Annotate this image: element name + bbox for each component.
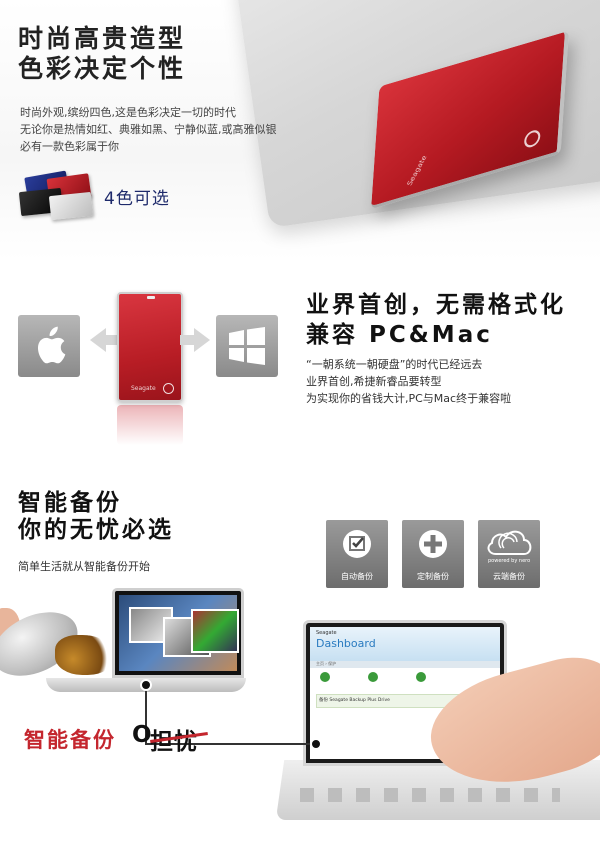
restore-icon[interactable] xyxy=(416,672,426,682)
compat-desc-line1: “一朝系统一朝硬盘”的时代已经远去 xyxy=(306,358,483,371)
color-desc-line1: 时尚外观,缤纷四色,这是色彩决定一切的时代 xyxy=(20,106,236,119)
compat-description: “一朝系统一朝硬盘”的时代已经远去 业界首创,希捷新睿品要转型 为实现你的省钱大… xyxy=(306,356,511,407)
spill-image xyxy=(55,635,115,675)
dashboard-toolbar xyxy=(310,668,500,686)
color-title: 时尚高贵造型 色彩决定个性 xyxy=(18,24,186,84)
backup-title-line2: 你的无忧必选 xyxy=(18,517,174,543)
leader-dot xyxy=(310,738,322,750)
cloud-icon xyxy=(487,530,532,555)
dashboard-title: Dashboard xyxy=(316,637,376,650)
feature-cloud-backup: powered by nero 云端备份 xyxy=(478,520,540,588)
auto-backup-icon xyxy=(343,530,371,558)
color-title-line1: 时尚高贵造型 xyxy=(18,24,187,53)
dashboard-header: Seagate Dashboard xyxy=(310,627,500,661)
red-drive-front: Seagate xyxy=(117,292,183,402)
feature-custom-backup-label: 定制备份 xyxy=(417,572,449,581)
laptop-left-screen xyxy=(112,588,244,678)
feature-auto-backup-label: 自动备份 xyxy=(341,572,373,581)
windows-tile xyxy=(216,315,278,377)
feature-custom-backup: 定制备份 xyxy=(402,520,464,588)
compat-desc-line3: 为实现你的省钱大计,PC与Mac终于兼容啦 xyxy=(306,392,512,405)
mac-tile xyxy=(18,315,80,377)
backup-description: 简单生活就从智能备份开始 xyxy=(18,560,150,573)
apple-icon xyxy=(38,326,66,364)
color-section: Seagate 时尚高贵造型 色彩决定个性 时尚外观,缤纷四色,这是色彩决定一切… xyxy=(0,0,600,260)
compat-desc-line2: 业界首创,希捷新睿品要转型 xyxy=(306,375,442,388)
compat-title-line2: 兼容 PC&Mac xyxy=(306,322,493,348)
arrow-left-icon xyxy=(90,328,118,352)
backup-now-icon[interactable] xyxy=(320,672,330,682)
seagate-logo-icon xyxy=(163,383,174,394)
photo-gallery xyxy=(119,595,239,671)
backup-section: 智能备份 你的无忧必选 简单生活就从智能备份开始 自动备份 定制备份 power… xyxy=(0,460,600,860)
windows-icon xyxy=(229,327,265,365)
photo-thumb xyxy=(191,609,239,653)
seagate-logo-icon xyxy=(523,128,541,150)
slogan-zero: O xyxy=(132,722,152,748)
backup-title-line1: 智能备份 xyxy=(18,490,122,516)
dashboard-brand: Seagate xyxy=(316,630,337,636)
compat-title: 业界首创，无需格式化 兼容 PC&Mac xyxy=(306,290,566,350)
backup-title: 智能备份 你的无忧必选 xyxy=(18,490,174,544)
color-desc-line3: 必有一款色彩属于你 xyxy=(20,140,119,153)
color-title-line2: 色彩决定个性 xyxy=(18,54,187,83)
compat-title-line1: 业界首创，无需格式化 xyxy=(306,292,566,318)
powered-by-nero: powered by nero xyxy=(488,558,531,564)
arrow-right-icon xyxy=(180,328,210,352)
feature-cloud-backup-label: 云端备份 xyxy=(493,572,525,581)
color-description: 时尚外观,缤纷四色,这是色彩决定一切的时代 无论你是热情如红、典雅如黑、宁静似蓝… xyxy=(20,104,277,155)
compatibility-section: Seagate 业界首创，无需格式化 兼容 PC&Mac “一朝系统一朝硬盘”的… xyxy=(0,260,600,460)
laptop-ports xyxy=(300,788,560,802)
new-plan-icon[interactable] xyxy=(368,672,378,682)
plus-icon xyxy=(419,530,447,558)
color-desc-line2: 无论你是热情如红、典雅如黑、宁静似蓝,或高雅似银 xyxy=(20,123,277,136)
drive-reflection xyxy=(117,405,183,445)
color-swatches xyxy=(18,170,94,222)
feature-auto-backup: 自动备份 xyxy=(326,520,388,588)
slogan-smart-backup: 智能备份 xyxy=(24,728,116,752)
swatch-silver xyxy=(48,191,94,221)
drive-brand: Seagate xyxy=(405,154,429,187)
leader-dot xyxy=(140,679,152,691)
dashboard-breadcrumb: 主页 › 保护 xyxy=(310,661,500,668)
color-count-label: 4色可选 xyxy=(104,189,170,209)
drive-front-brand: Seagate xyxy=(131,385,156,392)
